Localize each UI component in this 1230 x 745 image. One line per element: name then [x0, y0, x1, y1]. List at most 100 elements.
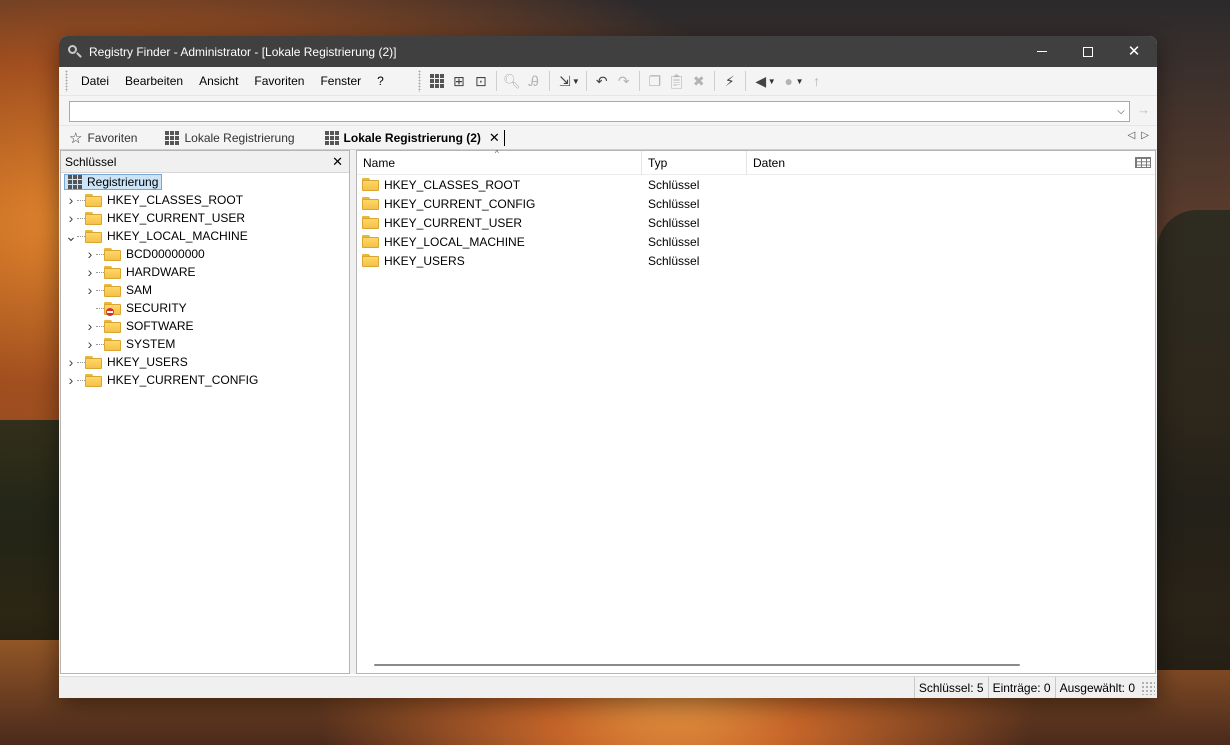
folder-icon [85, 211, 102, 225]
back-dropdown-icon[interactable]: ▼ [768, 77, 776, 86]
export-icon: ⇲ [558, 72, 571, 89]
menu-bearbeiten[interactable]: Bearbeiten [117, 67, 191, 96]
tab-scroll-right-icon[interactable]: ▷ [1141, 130, 1149, 141]
chevron-right-icon[interactable]: › [84, 317, 96, 335]
refresh-button[interactable]: ⚡ [719, 70, 741, 92]
list-row[interactable]: HKEY_USERS Schlüssel [357, 251, 1155, 270]
paste-icon: 📋︎ [667, 72, 686, 89]
load-hive-button[interactable]: ⊡ [470, 70, 492, 92]
go-button[interactable]: → [1137, 102, 1150, 117]
chevron-right-icon[interactable]: › [65, 191, 77, 209]
toolbar-separator [713, 71, 715, 91]
toolbar-separator [548, 71, 550, 91]
column-name-label: Name [363, 155, 396, 170]
tree-connector-line [77, 235, 85, 237]
redo-button[interactable]: ↷ [613, 70, 635, 92]
tree-connector [84, 299, 96, 317]
folder-icon [104, 319, 121, 333]
new-local-registry-button[interactable] [426, 70, 448, 92]
cell-name: HKEY_LOCAL_MACHINE [357, 235, 642, 249]
paste-button[interactable]: 📋︎ [666, 70, 688, 92]
undo-button[interactable]: ↶ [591, 70, 613, 92]
column-chooser-icon[interactable] [1135, 157, 1151, 168]
tree-connector-line [96, 307, 104, 309]
go-arrow-icon: → [1137, 102, 1150, 117]
toolbar-grip[interactable] [65, 70, 68, 92]
tab-scroll-left-icon[interactable]: ◁ [1128, 130, 1136, 141]
copy-button[interactable]: ❐ [644, 70, 666, 92]
list-row[interactable]: HKEY_LOCAL_MACHINE Schlüssel [357, 232, 1155, 251]
resize-grip[interactable] [1141, 680, 1155, 695]
tree-item[interactable]: SECURITY [61, 299, 349, 317]
up-button[interactable]: ↑ [806, 70, 828, 92]
tree-item[interactable]: › HKEY_USERS [61, 353, 349, 371]
menu-toolbar: Datei Bearbeiten Ansicht Favoriten Fenst… [59, 67, 1157, 96]
column-header-name[interactable]: Name ^ [357, 149, 642, 175]
column-header-typ[interactable]: Typ [642, 150, 747, 175]
magnifier-app-icon [67, 44, 83, 60]
folder-icon [85, 373, 102, 387]
close-panel-icon[interactable]: ✕ [332, 154, 343, 170]
registry-grid-icon [324, 130, 339, 145]
tree-item[interactable]: › HKEY_CLASSES_ROOT [61, 191, 349, 209]
column-header-daten[interactable]: Daten [747, 151, 1107, 175]
tree-item[interactable]: › HARDWARE [61, 263, 349, 281]
chevron-right-icon[interactable]: › [84, 335, 96, 353]
cell-typ: Schlüssel [648, 196, 700, 211]
tab-favoriten[interactable]: ☆ Favoriten [59, 126, 147, 150]
chevron-right-icon[interactable]: › [65, 353, 77, 371]
status-entries: Einträge: 0 [987, 676, 1055, 698]
toolbar-grip[interactable] [417, 70, 421, 92]
connect-remote-registry-button[interactable]: ⊞ [448, 70, 470, 92]
chevron-right-icon[interactable]: › [65, 209, 77, 227]
folder-icon [362, 216, 379, 229]
maximize-button[interactable] [1065, 36, 1111, 67]
menu-datei[interactable]: Datei [73, 67, 117, 96]
access-denied-icon [106, 307, 114, 316]
tree-item-label: HARDWARE [126, 265, 196, 279]
tree-item[interactable]: › SYSTEM [61, 335, 349, 353]
menu-favoriten[interactable]: Favoriten [246, 67, 312, 96]
tab-label: Favoriten [87, 130, 138, 145]
export-dropdown-icon[interactable]: ▼ [572, 77, 580, 86]
menu-fenster[interactable]: Fenster [312, 67, 369, 96]
horizontal-scrollbar[interactable] [374, 664, 1020, 666]
minimize-button[interactable] [1019, 36, 1065, 67]
tree-connector-line [96, 289, 104, 291]
tree-item[interactable]: › SAM [61, 281, 349, 299]
chevron-down-icon[interactable]: ⌄ [65, 227, 77, 245]
chevron-right-icon[interactable]: › [65, 371, 77, 389]
address-input[interactable] [69, 101, 1130, 122]
tree-root-selection: Registrierung [64, 174, 163, 190]
menu-ansicht[interactable]: Ansicht [191, 67, 246, 96]
tab-label: Lokale Registrierung (2) [343, 130, 481, 145]
tree-item[interactable]: › BCD00000000 [61, 245, 349, 263]
forward-dropdown-icon[interactable]: ▼ [796, 77, 804, 86]
tree-root-registrierung[interactable]: Registrierung [61, 173, 349, 191]
tree-item[interactable]: › HKEY_CURRENT_CONFIG [61, 371, 349, 389]
replace-button[interactable]: Ꭿ [523, 70, 545, 92]
tree-item[interactable]: › SOFTWARE [61, 317, 349, 335]
tab-close-icon[interactable]: ✕ [489, 130, 500, 146]
chevron-right-icon[interactable]: › [84, 281, 96, 299]
tab-lokale-registrierung[interactable]: Lokale Registrierung [155, 126, 304, 150]
tab-lokale-registrierung-2[interactable]: Lokale Registrierung (2) ✕ [315, 126, 515, 150]
chevron-right-icon[interactable]: › [84, 245, 96, 263]
address-bar: ⌵ → [59, 96, 1157, 126]
toolbar-separator [744, 71, 746, 91]
row-name-label: HKEY_CLASSES_ROOT [384, 177, 521, 192]
address-dropdown-button[interactable]: ⌵ [1114, 102, 1128, 121]
list-row[interactable]: HKEY_CURRENT_CONFIG Schlüssel [357, 194, 1155, 213]
delete-button[interactable]: ✖ [688, 70, 710, 92]
list-row[interactable]: HKEY_CLASSES_ROOT Schlüssel [357, 175, 1155, 194]
tree-item[interactable]: ⌄ HKEY_LOCAL_MACHINE [61, 227, 349, 245]
list-row[interactable]: HKEY_CURRENT_USER Schlüssel [357, 213, 1155, 232]
title-bar[interactable]: Registry Finder - Administrator - [Lokal… [59, 36, 1157, 67]
registry-grid-icon [165, 130, 180, 145]
chevron-right-icon[interactable]: › [84, 263, 96, 281]
cell-typ: Schlüssel [648, 253, 700, 268]
find-button[interactable]: 🔍︎ [501, 70, 523, 92]
close-window-button[interactable]: ✕ [1111, 36, 1157, 67]
tree-item[interactable]: › HKEY_CURRENT_USER [61, 209, 349, 227]
menu-help[interactable]: ? [369, 67, 392, 96]
